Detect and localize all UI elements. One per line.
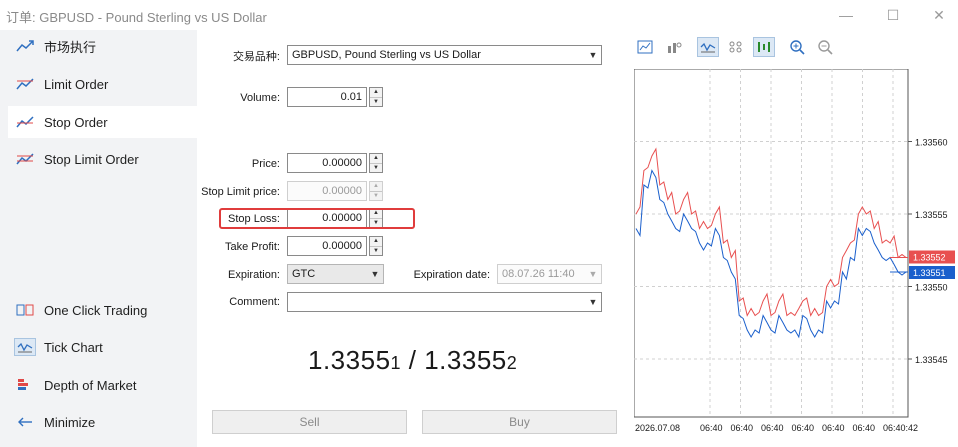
sidebar-item-market-execution[interactable]: 市场执行 [8, 30, 197, 62]
spin-down-icon: ▼ [373, 192, 379, 199]
close-window-button[interactable]: ✕ [926, 4, 952, 26]
points-icon[interactable] [725, 37, 747, 57]
sidebar-item-label: Depth of Market [44, 377, 137, 393]
sidebar-item-one-click-trading[interactable]: One Click Trading [8, 294, 197, 326]
sidebar-item-tick-chart[interactable]: Tick Chart [8, 331, 197, 363]
limit-order-icon [14, 75, 36, 93]
sidebar-item-label: Stop Limit Order [44, 151, 139, 167]
sidebar-item-label: Tick Chart [44, 339, 103, 355]
zoom-in-icon[interactable] [786, 37, 808, 57]
symbol-select[interactable]: GBPUSD, Pound Sterling vs US Dollar ▼ [287, 45, 602, 65]
buy-button[interactable]: Buy [422, 410, 617, 434]
spin-up-icon: ▲ [370, 182, 382, 192]
x-tick-label: 06:40 [853, 423, 876, 433]
sidebar-item-label: Limit Order [44, 76, 109, 92]
take-profit-label: Take Profit: [224, 241, 280, 253]
stop-limit-order-icon [14, 150, 36, 168]
y-tick-label: 1.33560 [915, 138, 948, 148]
y-tick-label: 1.33555 [915, 210, 948, 220]
x-tick-label: 2026.07.08 [635, 423, 680, 433]
spin-up-icon[interactable]: ▲ [370, 237, 382, 247]
title-bar: 订单: GBPUSD - Pound Sterling vs US Dollar… [0, 0, 958, 30]
tick-chart[interactable]: 1.33560 1.33555 1.33550 1.33545 2026.07.08 06… [634, 69, 958, 447]
one-click-icon [14, 301, 36, 319]
stop-limit-stepper: ▲ ▼ [369, 181, 383, 201]
sidebar-item-stop-order[interactable]: Stop Order [8, 106, 197, 138]
sidebar-item-depth-of-market[interactable]: Depth of Market [8, 369, 197, 401]
sidebar-item-label: 市场执行 [44, 39, 97, 55]
stop-loss-highlight [219, 208, 415, 229]
chart-settings-icon[interactable] [634, 37, 656, 57]
spin-up-icon[interactable]: ▲ [370, 154, 382, 164]
sidebar-item-label: One Click Trading [44, 302, 148, 318]
quote-separator: / [401, 345, 425, 375]
tick-chart-icon [14, 338, 36, 356]
tick-line-icon[interactable] [697, 37, 719, 57]
expiration-label: Expiration: [228, 269, 280, 281]
y-tick-label: 1.33550 [915, 283, 948, 293]
window-title: 订单: GBPUSD - Pound Sterling vs US Dollar [6, 10, 267, 25]
x-tick-label: 06:40 [731, 423, 754, 433]
bid-price-tag-label: 1.33551 [913, 268, 946, 278]
symbol-label: 交易品种: [232, 51, 280, 63]
sidebar-item-minimize[interactable]: Minimize [8, 406, 197, 438]
spin-up-icon[interactable]: ▲ [370, 88, 382, 98]
sell-button[interactable]: Sell [212, 410, 407, 434]
x-tick-label: 06:40 [792, 423, 815, 433]
depth-icon [14, 376, 36, 394]
ask-price-small: 2 [506, 353, 518, 373]
chevron-down-icon: ▼ [588, 50, 598, 60]
bid-price-small: 1 [390, 353, 402, 373]
symbol-value: GBPUSD, Pound Sterling vs US Dollar [292, 49, 481, 61]
sidebar-item-label: Stop Order [44, 114, 108, 130]
price-input[interactable]: 0.00000 [287, 153, 367, 173]
sidebar-item-stop-limit-order[interactable]: Stop Limit Order [8, 143, 197, 175]
x-tick-label: 06:40 [761, 423, 784, 433]
stop-limit-price-label: Stop Limit price: [201, 186, 280, 198]
expiration-date-value: 08.07.26 11:40 [502, 268, 575, 280]
price-label: Price: [251, 158, 280, 170]
market-execution-icon [14, 37, 36, 55]
volume-label: Volume: [240, 92, 280, 104]
volume-bars-icon[interactable] [663, 37, 685, 57]
ask-price: 1.3355 [424, 345, 507, 375]
zoom-out-icon[interactable] [814, 37, 836, 57]
spin-down-icon[interactable]: ▼ [370, 247, 382, 256]
x-tick-label: 06:40:42 [883, 423, 918, 433]
chevron-down-icon: ▼ [370, 269, 380, 279]
spin-down-icon[interactable]: ▼ [370, 164, 382, 173]
volume-input[interactable]: 0.01 [287, 87, 367, 107]
sidebar-item-label: Minimize [44, 414, 96, 430]
stop-limit-price-input: 0.00000 [287, 181, 367, 201]
price-stepper[interactable]: ▲ ▼ [369, 153, 383, 173]
chevron-down-icon: ▼ [588, 269, 598, 279]
expiration-select[interactable]: GTC ▼ [287, 264, 384, 284]
bid-price: 1.3355 [308, 345, 391, 375]
take-profit-stepper[interactable]: ▲ ▼ [369, 236, 383, 256]
comment-label: Comment: [229, 296, 280, 308]
arrow-left-icon [14, 413, 36, 431]
bid-ask-bars-icon[interactable] [753, 37, 775, 57]
expiration-value: GTC [292, 268, 316, 280]
take-profit-input[interactable]: 0.00000 [287, 236, 367, 256]
minimize-window-button[interactable]: — [833, 4, 859, 26]
y-tick-label: 1.33545 [915, 355, 948, 365]
chevron-down-icon: ▼ [588, 297, 598, 307]
sidebar-item-limit-order[interactable]: Limit Order [8, 68, 197, 100]
maximize-window-button[interactable]: ☐ [880, 4, 906, 26]
quote-display: 1.33551 / 1.33552 [308, 345, 517, 376]
x-tick-label: 06:40 [822, 423, 845, 433]
x-tick-label: 06:40 [700, 423, 723, 433]
ask-price-tag-label: 1.33552 [913, 253, 946, 263]
stop-order-icon [14, 113, 36, 131]
volume-stepper[interactable]: ▲ ▼ [369, 87, 383, 107]
comment-input[interactable]: ▼ [287, 292, 602, 312]
expiration-date-label: Expiration date: [413, 269, 490, 281]
expiration-date-input: 08.07.26 11:40 ▼ [497, 264, 602, 284]
spin-down-icon[interactable]: ▼ [370, 98, 382, 107]
